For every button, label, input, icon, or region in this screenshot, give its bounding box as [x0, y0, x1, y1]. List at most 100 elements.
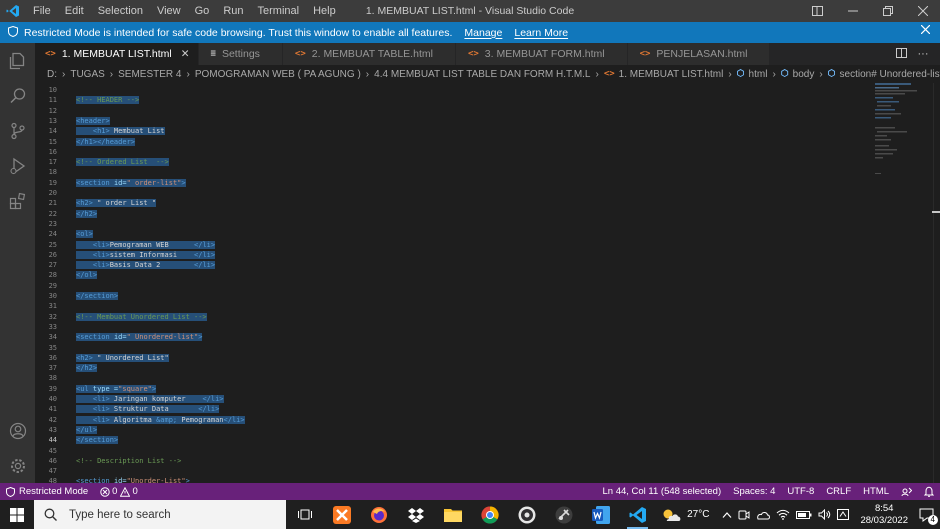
- code-line[interactable]: 42 <li> Algoritma &amp; Pemograman</li>: [35, 415, 873, 425]
- feedback-icon[interactable]: [895, 486, 918, 497]
- indentation[interactable]: Spaces: 4: [727, 486, 781, 497]
- code-line[interactable]: 36 <h2> " Unordered List": [35, 353, 873, 363]
- restore-button[interactable]: [870, 0, 905, 22]
- word-icon[interactable]: [582, 500, 619, 529]
- restricted-mode-status[interactable]: Restricted Mode: [0, 486, 94, 497]
- menu-go[interactable]: Go: [188, 0, 217, 22]
- menu-help[interactable]: Help: [306, 0, 343, 22]
- chrome-icon[interactable]: [471, 500, 508, 529]
- code-line[interactable]: 47: [35, 466, 873, 476]
- code-line[interactable]: 13 <header>: [35, 116, 873, 126]
- volume-icon[interactable]: [815, 509, 834, 520]
- close-icon[interactable]: [920, 24, 931, 37]
- code-line[interactable]: 28 </ol>: [35, 270, 873, 280]
- close-button[interactable]: [905, 0, 940, 22]
- breadcrumb-item[interactable]: 4.4 MEMBUAT LIST TABLE DAN FORM H.T.M.L: [374, 69, 590, 80]
- problems-status[interactable]: 0 0: [94, 486, 144, 497]
- code-line[interactable]: 38: [35, 373, 873, 383]
- code-line[interactable]: 17 <!-- Ordered List -->: [35, 157, 873, 167]
- code-editor[interactable]: 10 11 <!-- HEADER --> 12 13 <header> 14 <h1> M…: [35, 83, 873, 483]
- tab-3[interactable]: <> 2. MEMBUAT TABLE.html: [282, 43, 456, 65]
- code-line[interactable]: 34 <section id=" Unordered-list">: [35, 332, 873, 342]
- code-line[interactable]: 18: [35, 167, 873, 177]
- breadcrumb-item[interactable]: D:: [47, 69, 57, 80]
- code-line[interactable]: 10: [35, 85, 873, 95]
- cursor-position[interactable]: Ln 44, Col 11 (548 selected): [596, 486, 727, 497]
- search-icon[interactable]: [0, 78, 35, 113]
- code-line[interactable]: 20: [35, 188, 873, 198]
- breadcrumb-item[interactable]: SEMESTER 4: [118, 69, 181, 80]
- satellite-app-icon[interactable]: [545, 500, 582, 529]
- explorer-icon[interactable]: [0, 43, 35, 78]
- dropbox-icon[interactable]: [397, 500, 434, 529]
- code-line[interactable]: 22 </h2>: [35, 209, 873, 219]
- account-icon[interactable]: [0, 413, 35, 448]
- language-mode[interactable]: HTML: [857, 486, 895, 497]
- task-view-icon[interactable]: [286, 500, 323, 529]
- code-line[interactable]: 33: [35, 322, 873, 332]
- vertical-scrollbar[interactable]: [932, 83, 940, 483]
- code-line[interactable]: 25 <li>Pemograman WEB </li>: [35, 240, 873, 250]
- breadcrumb-item[interactable]: POMOGRAMAN WEB ( PA AGUNG ): [195, 69, 361, 80]
- menu-selection[interactable]: Selection: [91, 0, 150, 22]
- code-line[interactable]: 24 <ol>: [35, 229, 873, 239]
- code-line[interactable]: 30 </section>: [35, 291, 873, 301]
- code-line[interactable]: 11 <!-- HEADER -->: [35, 95, 873, 105]
- code-line[interactable]: 23: [35, 219, 873, 229]
- notifications-bell-icon[interactable]: [918, 486, 940, 497]
- breadcrumb-item[interactable]: body: [793, 69, 815, 80]
- more-actions-icon[interactable]: ···: [912, 48, 934, 60]
- onedrive-cloud-icon[interactable]: [753, 510, 773, 520]
- tab-1[interactable]: <> 1. MEMBUAT LIST.html ✕: [35, 43, 199, 65]
- notification-center-icon[interactable]: 4: [916, 508, 940, 525]
- vscode-taskbar-icon[interactable]: [619, 500, 656, 529]
- menu-terminal[interactable]: Terminal: [251, 0, 307, 22]
- code-line[interactable]: 35: [35, 343, 873, 353]
- menu-edit[interactable]: Edit: [58, 0, 91, 22]
- code-line[interactable]: 26 <li>sistem Informasi </li>: [35, 250, 873, 260]
- extensions-icon[interactable]: [0, 183, 35, 218]
- menu-file[interactable]: File: [26, 0, 58, 22]
- breadcrumb-item[interactable]: html: [749, 69, 768, 80]
- code-line[interactable]: 32 <!-- Membuat Unordered List -->: [35, 312, 873, 322]
- file-explorer-icon[interactable]: [434, 500, 471, 529]
- battery-icon[interactable]: [793, 510, 815, 520]
- close-tab-icon[interactable]: ✕: [181, 48, 190, 60]
- learn-more-link[interactable]: Learn More: [514, 27, 568, 39]
- code-line[interactable]: 39 <ul type ="square">: [35, 384, 873, 394]
- meet-now-icon[interactable]: [735, 509, 753, 521]
- split-editor-icon[interactable]: [890, 47, 912, 61]
- obs-icon[interactable]: [508, 500, 545, 529]
- code-line[interactable]: 46 <!-- Description List -->: [35, 456, 873, 466]
- firefox-icon[interactable]: [360, 500, 397, 529]
- code-line[interactable]: 19 <section id=" order-list">: [35, 178, 873, 188]
- code-line[interactable]: 31: [35, 301, 873, 311]
- code-line[interactable]: 29: [35, 281, 873, 291]
- run-debug-icon[interactable]: [0, 148, 35, 183]
- encoding[interactable]: UTF-8: [781, 486, 820, 497]
- manage-link[interactable]: Manage: [464, 27, 502, 39]
- code-line[interactable]: 21 <h2> " order List ": [35, 198, 873, 208]
- input-language-icon[interactable]: [834, 509, 852, 520]
- code-line[interactable]: 16: [35, 147, 873, 157]
- tab-5[interactable]: <> PENJELASAN.html: [627, 43, 771, 65]
- code-line[interactable]: 15 </h1></header>: [35, 137, 873, 147]
- minimize-button[interactable]: [835, 0, 870, 22]
- minimap[interactable]: [873, 83, 933, 483]
- source-control-icon[interactable]: [0, 113, 35, 148]
- manage-gear-icon[interactable]: [0, 448, 35, 483]
- code-line[interactable]: 37 </h2>: [35, 363, 873, 373]
- windows-start-icon[interactable]: [0, 500, 34, 529]
- wifi-icon[interactable]: [773, 509, 793, 520]
- end-of-line[interactable]: CRLF: [820, 486, 857, 497]
- code-line[interactable]: 12: [35, 106, 873, 116]
- code-line[interactable]: 44 </section>: [35, 435, 873, 445]
- taskbar-search-box[interactable]: Type here to search: [34, 500, 286, 529]
- xampp-icon[interactable]: [323, 500, 360, 529]
- code-line[interactable]: 45: [35, 446, 873, 456]
- breadcrumb-item[interactable]: TUGAS: [70, 69, 104, 80]
- weather-temperature[interactable]: 27°C: [684, 509, 719, 520]
- code-line[interactable]: 48 <section id="Unorder-List">: [35, 476, 873, 483]
- code-line[interactable]: 40 <li> Jaringan komputer </li>: [35, 394, 873, 404]
- code-line[interactable]: 41 <li> Struktur Data </li>: [35, 404, 873, 414]
